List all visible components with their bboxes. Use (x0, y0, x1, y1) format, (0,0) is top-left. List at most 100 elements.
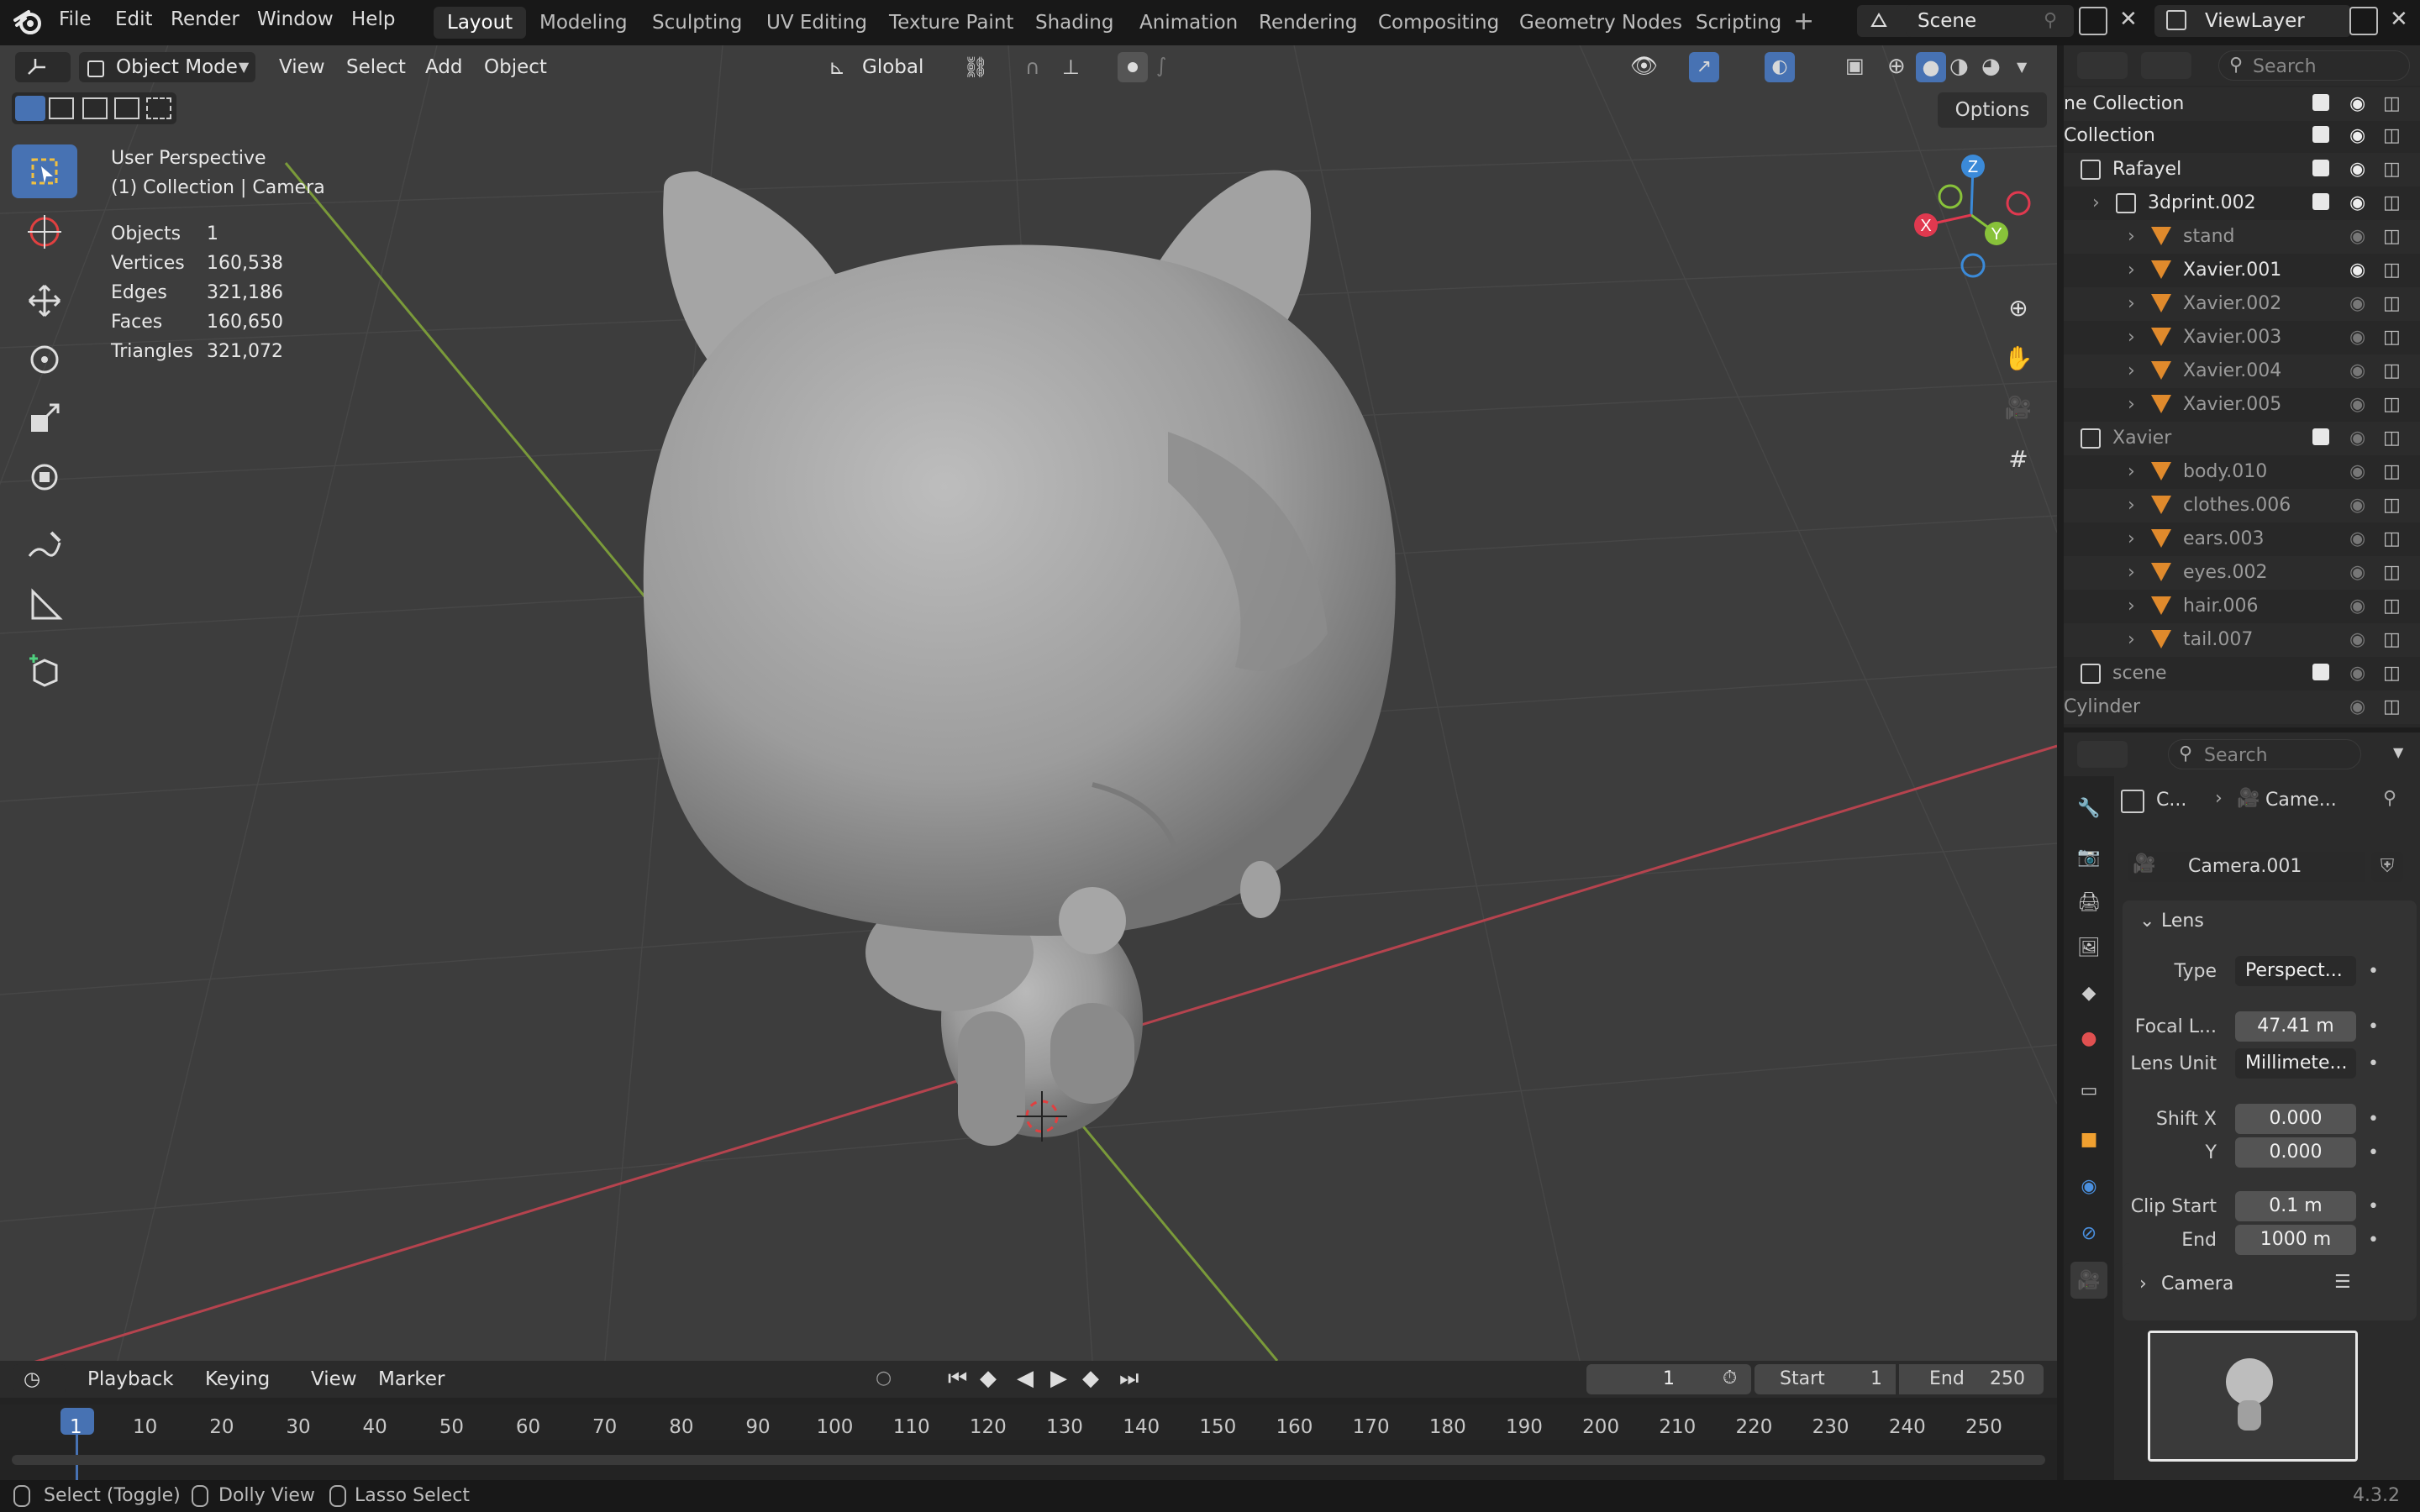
expand-chevron-icon[interactable]: › (2128, 354, 2135, 388)
outliner-editor-type-button[interactable] (2077, 52, 2128, 79)
new-viewlayer-icon[interactable] (2349, 7, 2378, 35)
outliner-row[interactable]: ne Collection ◉ ◫ (2064, 87, 2420, 121)
exclude-checkbox[interactable] (2312, 563, 2329, 580)
tab-object-data[interactable]: 🎥 (2070, 1262, 2107, 1299)
render-toggle-icon[interactable]: ◫ (2383, 186, 2401, 220)
expand-chevron-icon[interactable]: › (2092, 186, 2100, 220)
expand-chevron-icon[interactable]: › (2128, 388, 2135, 422)
visibility-eye-icon[interactable]: ◉ (2349, 287, 2365, 321)
blender-logo-icon[interactable] (13, 8, 44, 35)
visibility-icon[interactable]: 👁 (1630, 54, 1658, 79)
outliner-row[interactable]: › Xavier.004 ◉ ◫ (2064, 354, 2420, 388)
exclude-checkbox[interactable] (2312, 496, 2329, 512)
chevron-down-icon[interactable]: ⌄ (2139, 911, 2154, 932)
keyframe-dot-icon[interactable]: • (2368, 1016, 2379, 1037)
visibility-eye-icon[interactable]: ◉ (2349, 590, 2365, 623)
tab-shading[interactable]: Shading (1022, 7, 1127, 39)
expand-chevron-icon[interactable]: › (2128, 287, 2135, 321)
render-toggle-icon[interactable]: ◫ (2383, 354, 2401, 388)
visibility-eye-icon[interactable]: ◉ (2349, 657, 2365, 690)
new-scene-icon[interactable] (2079, 7, 2107, 35)
outliner-row[interactable]: › Xavier.005 ◉ ◫ (2064, 388, 2420, 422)
viewport-scene[interactable] (0, 45, 2057, 1361)
lens-type-dropdown[interactable]: Perspect... (2235, 956, 2356, 986)
shift-y-field[interactable]: 0.000 (2235, 1137, 2356, 1168)
visibility-eye-icon[interactable]: ◉ (2349, 724, 2365, 727)
xray-icon[interactable]: ▣ (1845, 54, 1865, 77)
outliner-row[interactable]: Xavier ◉ ◫ (2064, 422, 2420, 455)
timeline-scrollbar[interactable] (12, 1455, 2045, 1465)
visibility-eye-icon[interactable]: ◉ (2349, 186, 2365, 220)
tool-measure[interactable] (12, 578, 77, 632)
stopwatch-icon[interactable]: ⏱ (1723, 1368, 1737, 1389)
keyframe-dot-icon[interactable]: • (2368, 1142, 2379, 1163)
pan-view-button[interactable]: ✋ (1998, 338, 2039, 378)
render-toggle-icon[interactable]: ◫ (2383, 287, 2401, 321)
tab-compositing[interactable]: Compositing (1365, 7, 1512, 39)
visibility-eye-icon[interactable]: ◉ (2349, 87, 2365, 121)
jump-start-icon[interactable]: ⏮ (948, 1366, 967, 1392)
outliner-row[interactable]: Cylinder ◉ ◫ (2064, 690, 2420, 724)
outliner-row[interactable]: › Xavier.003 ◉ ◫ (2064, 321, 2420, 354)
tool-rotate[interactable] (12, 333, 77, 386)
visibility-eye-icon[interactable]: ◉ (2349, 556, 2365, 590)
tool-scale[interactable] (12, 391, 77, 445)
camera-panel-title[interactable]: Camera (2161, 1273, 2233, 1294)
tool-transform[interactable] (12, 450, 77, 504)
camera-preview-thumbnail[interactable] (2148, 1331, 2358, 1462)
menu-add[interactable]: Add (425, 52, 463, 82)
expand-chevron-icon[interactable]: › (2128, 623, 2135, 657)
camera-view-button[interactable]: 🎥 (1998, 388, 2039, 428)
exclude-checkbox[interactable] (2312, 160, 2329, 176)
exclude-checkbox[interactable] (2312, 428, 2329, 445)
menu-object[interactable]: Object (484, 52, 547, 82)
shading-options-icon[interactable]: ▼ (2017, 59, 2027, 75)
exclude-checkbox[interactable] (2312, 664, 2329, 680)
menu-playback[interactable]: Playback (87, 1364, 174, 1394)
pivot-point-icon[interactable]: ⛓ (963, 55, 988, 79)
jump-end-icon[interactable]: ⏭ (1119, 1366, 1139, 1392)
visibility-eye-icon[interactable]: ◉ (2349, 321, 2365, 354)
outliner-row[interactable]: › clothes.006 ◉ ◫ (2064, 489, 2420, 522)
exclude-checkbox[interactable] (2312, 395, 2329, 412)
expand-chevron-icon[interactable]: › (2128, 321, 2135, 354)
menu-timeline-view[interactable]: View (311, 1364, 357, 1394)
render-toggle-icon[interactable]: ◫ (2383, 455, 2401, 489)
start-frame-field[interactable]: Start 1 (1754, 1364, 1896, 1394)
options-button[interactable]: Options (1938, 92, 2047, 128)
3d-viewport[interactable] (0, 45, 2057, 1361)
outliner-row[interactable]: › hair.006 ◉ ◫ (2064, 590, 2420, 623)
tab-animation[interactable]: Animation (1126, 7, 1251, 39)
lens-panel-title[interactable]: Lens (2161, 911, 2204, 932)
clip-end-field[interactable]: 1000 m (2235, 1225, 2356, 1255)
camera-data-name-field[interactable]: Camera.001 (2178, 852, 2365, 882)
outliner-row[interactable]: › Xavier.002 ◉ ◫ (2064, 287, 2420, 321)
outliner-row[interactable]: › 3dprint.002 ◉ ◫ (2064, 186, 2420, 220)
wireframe-shading-icon[interactable]: ⊕ (1887, 54, 1906, 79)
visibility-eye-icon[interactable]: ◉ (2349, 153, 2365, 186)
render-toggle-icon[interactable]: ◫ (2383, 388, 2401, 422)
render-toggle-icon[interactable]: ◫ (2383, 321, 2401, 354)
render-toggle-icon[interactable]: ◫ (2383, 254, 2401, 287)
render-toggle-icon[interactable]: ◫ (2383, 690, 2401, 724)
render-toggle-icon[interactable]: ◫ (2383, 87, 2401, 121)
menu-render[interactable]: Render (171, 8, 239, 30)
next-keyframe-icon[interactable]: ◆ (1082, 1366, 1099, 1391)
tab-sculpting[interactable]: Sculpting (639, 7, 755, 39)
tool-cursor[interactable] (12, 205, 77, 259)
pin-icon[interactable]: ⚲ (2383, 788, 2396, 809)
keyframe-dot-icon[interactable]: • (2368, 1230, 2379, 1251)
lens-unit-dropdown[interactable]: Millimete... (2235, 1048, 2356, 1079)
expand-chevron-icon[interactable]: › (2128, 522, 2135, 556)
render-toggle-icon[interactable]: ◫ (2383, 590, 2401, 623)
snap-target-icon[interactable]: ⊥ (1062, 55, 1080, 79)
focal-length-field[interactable]: 47.41 m (2235, 1011, 2356, 1042)
expand-chevron-icon[interactable]: › (2128, 556, 2135, 590)
keyframe-dot-icon[interactable]: • (2368, 1053, 2379, 1074)
select-subtract-icon[interactable] (82, 97, 108, 119)
mode-selector[interactable]: Object Mode (79, 52, 255, 82)
keyframe-dot-icon[interactable]: • (2368, 1196, 2379, 1217)
menu-keying[interactable]: Keying (205, 1364, 270, 1394)
render-toggle-icon[interactable]: ◫ (2383, 220, 2401, 254)
render-toggle-icon[interactable]: ◫ (2383, 657, 2401, 690)
